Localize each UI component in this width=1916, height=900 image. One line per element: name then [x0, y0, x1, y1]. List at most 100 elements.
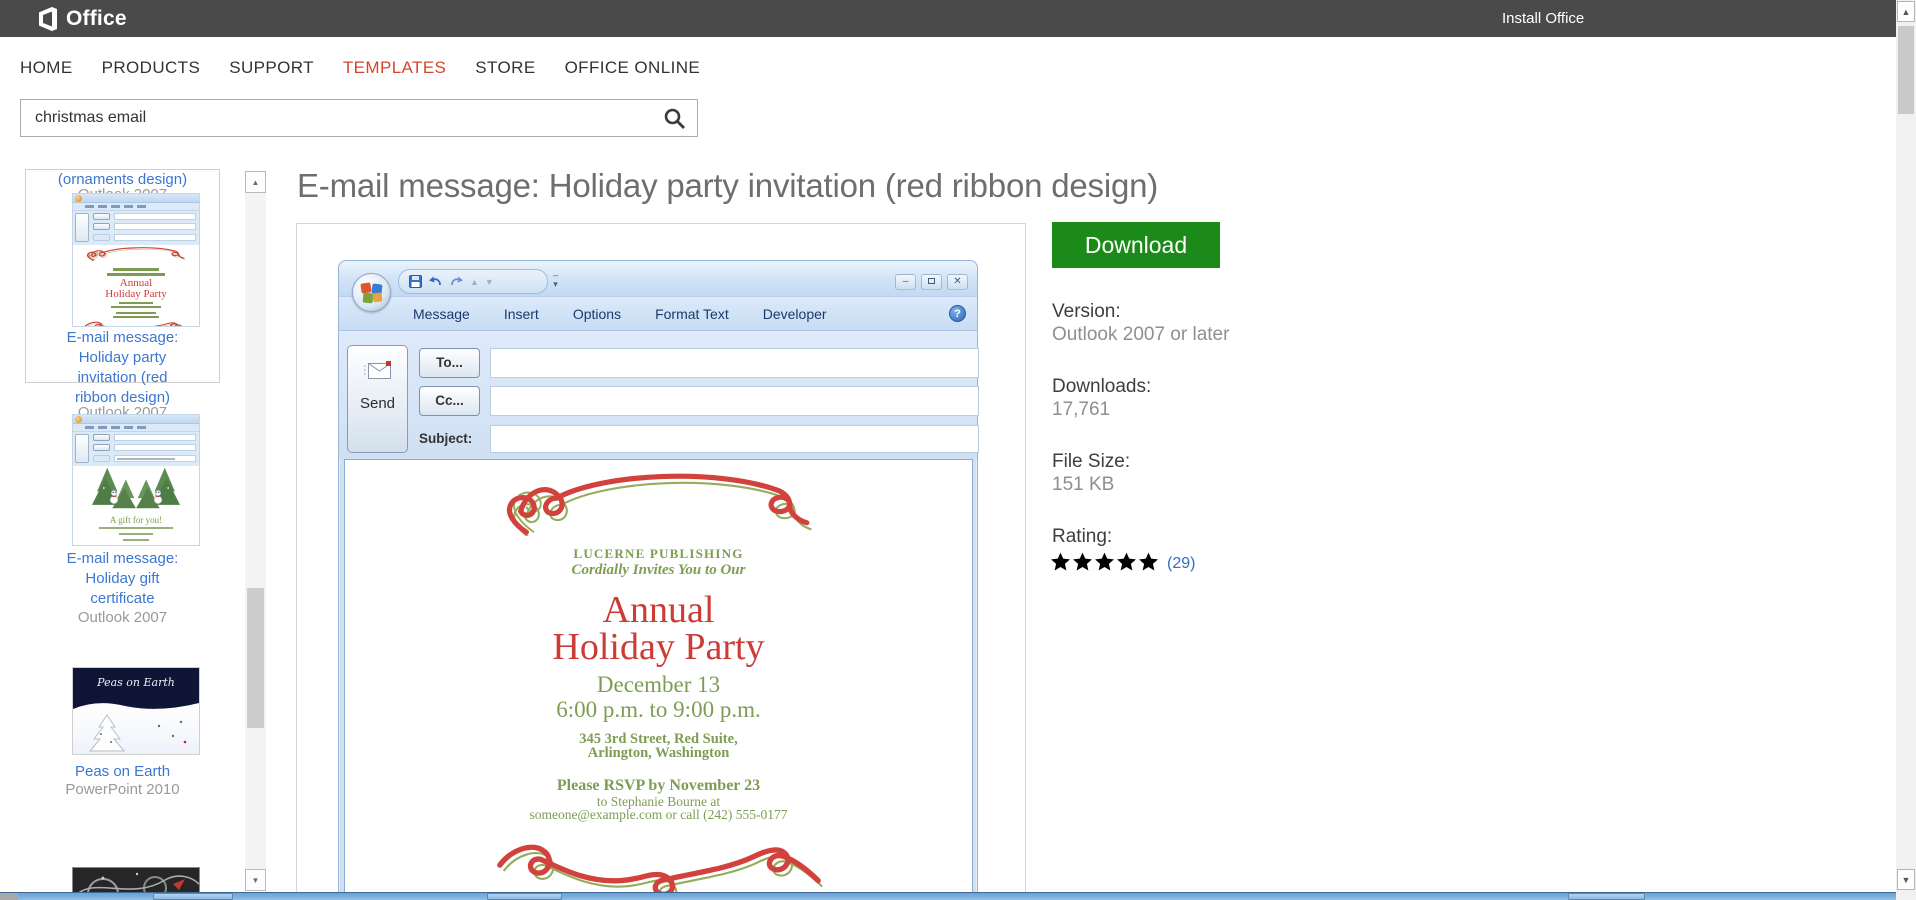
gift-text: A gift for you!	[73, 515, 199, 525]
mini-orb-icon	[75, 195, 82, 202]
mini-ribbon-top-icon	[84, 245, 188, 261]
mini-titlebar	[73, 415, 199, 424]
tab-options[interactable]: Options	[573, 306, 621, 322]
mini-text-line	[123, 539, 149, 541]
item2-title-line[interactable]: Holiday gift	[25, 569, 220, 589]
nav-home[interactable]: HOME	[20, 58, 73, 78]
mini-text-line	[113, 316, 159, 318]
invitation-address2: Arlington, Washington	[345, 746, 972, 760]
thumbnail-peas-on-earth[interactable]: Peas on Earth	[72, 667, 200, 755]
to-field[interactable]	[490, 348, 979, 378]
help-icon[interactable]: ?	[949, 305, 966, 322]
nav-office-online[interactable]: OFFICE ONLINE	[565, 58, 701, 78]
nav-products[interactable]: PRODUCTS	[102, 58, 201, 78]
mini-heading-holiday-party: Holiday Party	[73, 289, 199, 300]
invitation-date: December 13	[345, 672, 972, 697]
save-icon[interactable]	[409, 275, 422, 288]
star-icon[interactable]	[1050, 551, 1071, 577]
search-icon[interactable]	[663, 107, 687, 131]
star-icon[interactable]	[1072, 551, 1093, 577]
sidebar-item-gift-certificate-link[interactable]: E-mail message: Holiday gift certificate	[25, 549, 220, 609]
previous-item-icon[interactable]: ▲	[470, 277, 479, 287]
next-item-icon[interactable]: ▼	[485, 277, 494, 287]
snow-wave	[73, 697, 199, 713]
sidebar-item-peas-on-earth-link[interactable]: Peas on Earth	[25, 762, 220, 782]
envelope-icon	[363, 360, 393, 382]
mini-text-line	[99, 527, 173, 529]
peas-script-title: Peas on Earth	[73, 676, 199, 689]
invitation-title-line2: Holiday Party	[345, 629, 972, 666]
invitation-time: 6:00 p.m. to 9:00 p.m.	[345, 697, 972, 722]
undo-icon[interactable]	[428, 275, 443, 288]
star-icon[interactable]	[1094, 551, 1115, 577]
message-body: LUCERNE PUBLISHING Cordially Invites You…	[344, 459, 973, 900]
redo-icon[interactable]	[449, 275, 464, 288]
mini-send-button	[75, 213, 89, 242]
item1-title-line[interactable]: E-mail message:	[25, 328, 220, 348]
item2-title-line[interactable]: E-mail message:	[25, 549, 220, 569]
search-box	[20, 99, 698, 137]
nav-templates[interactable]: TEMPLATES	[343, 58, 446, 78]
search-input[interactable]	[33, 100, 653, 136]
star-icon[interactable]	[1116, 551, 1137, 577]
tab-format-text[interactable]: Format Text	[655, 306, 729, 322]
restore-icon	[928, 278, 935, 284]
scroll-down-icon: ▼	[1902, 875, 1911, 885]
to-button[interactable]: To...	[419, 348, 480, 378]
office-brand[interactable]: Office	[37, 6, 127, 32]
download-button[interactable]: Download	[1052, 222, 1220, 268]
sidebar-scroll-down-button[interactable]: ▼	[245, 869, 266, 891]
item1-title-line[interactable]: invitation (red	[25, 368, 220, 388]
restore-button[interactable]	[921, 274, 942, 290]
qat-customize-icon[interactable]: –▾	[553, 271, 558, 289]
send-button[interactable]: Send	[347, 345, 408, 453]
sidebar-item-holiday-party-link[interactable]: E-mail message: Holiday party invitation…	[25, 328, 220, 408]
sidebar-scrollbar-thumb[interactable]	[247, 588, 264, 728]
nav-store[interactable]: STORE	[475, 58, 535, 78]
mini-text-line	[119, 302, 153, 304]
tab-insert[interactable]: Insert	[504, 306, 539, 322]
sidebar-scrollbar[interactable]: ▲ ▼	[245, 171, 266, 891]
taskbar-button[interactable]	[487, 893, 562, 900]
browser-scrollbar[interactable]: ▲ ▼	[1896, 0, 1916, 900]
scroll-up-button[interactable]: ▲	[1897, 1, 1915, 22]
scrollbar-thumb[interactable]	[1898, 26, 1914, 114]
peas-night-sky: Peas on Earth	[73, 668, 199, 712]
ribbon-ornament-bottom-icon	[489, 836, 829, 900]
thumbnail-holiday-gift-certificate[interactable]: A gift for you!	[72, 414, 200, 546]
close-button[interactable]: ✕	[947, 274, 968, 290]
tab-developer[interactable]: Developer	[763, 306, 827, 322]
rating-label: Rating:	[1052, 526, 1112, 548]
taskbar-sliver	[0, 892, 1916, 900]
mini-to-field	[114, 213, 196, 220]
taskbar-button[interactable]	[1568, 893, 1645, 900]
mini-cc-button	[93, 223, 110, 230]
snow-specks	[151, 718, 191, 748]
office-logo-icon	[37, 6, 59, 32]
office-orb-icon[interactable]	[352, 273, 391, 312]
item2-title-line[interactable]: certificate	[25, 589, 220, 609]
sidebar-scroll-up-button[interactable]: ▲	[245, 171, 266, 193]
nav-support[interactable]: SUPPORT	[229, 58, 314, 78]
mini-cc-field	[114, 223, 196, 230]
peas-snow-field	[73, 712, 199, 754]
subject-field[interactable]	[490, 425, 979, 453]
cc-field[interactable]	[490, 386, 979, 416]
invitation-title-line1: Annual	[345, 592, 972, 629]
cc-button[interactable]: Cc...	[419, 386, 480, 416]
rating-count-link[interactable]: (29)	[1167, 555, 1195, 573]
tab-message[interactable]: Message	[413, 306, 470, 322]
invitation-rsvp: Please RSVP by November 23	[345, 777, 972, 795]
thumbnail-holiday-party-invitation[interactable]: Annual Holiday Party	[72, 193, 200, 327]
star-icon[interactable]	[1138, 551, 1159, 577]
mini-header	[73, 432, 199, 466]
minimize-button[interactable]: –	[895, 274, 916, 290]
scroll-down-button[interactable]: ▼	[1897, 869, 1915, 890]
mini-invitation-body: Annual Holiday Party	[73, 245, 199, 327]
taskbar-button[interactable]	[153, 893, 233, 900]
invitation-address1: 345 3rd Street, Red Suite,	[345, 732, 972, 746]
invitation-rsvp-email: someone@example.com or call (242) 555-01…	[345, 808, 972, 821]
install-office-link[interactable]: Install Office	[1502, 0, 1584, 37]
mini-text-line	[113, 268, 159, 271]
item1-title-line[interactable]: Holiday party	[25, 348, 220, 368]
